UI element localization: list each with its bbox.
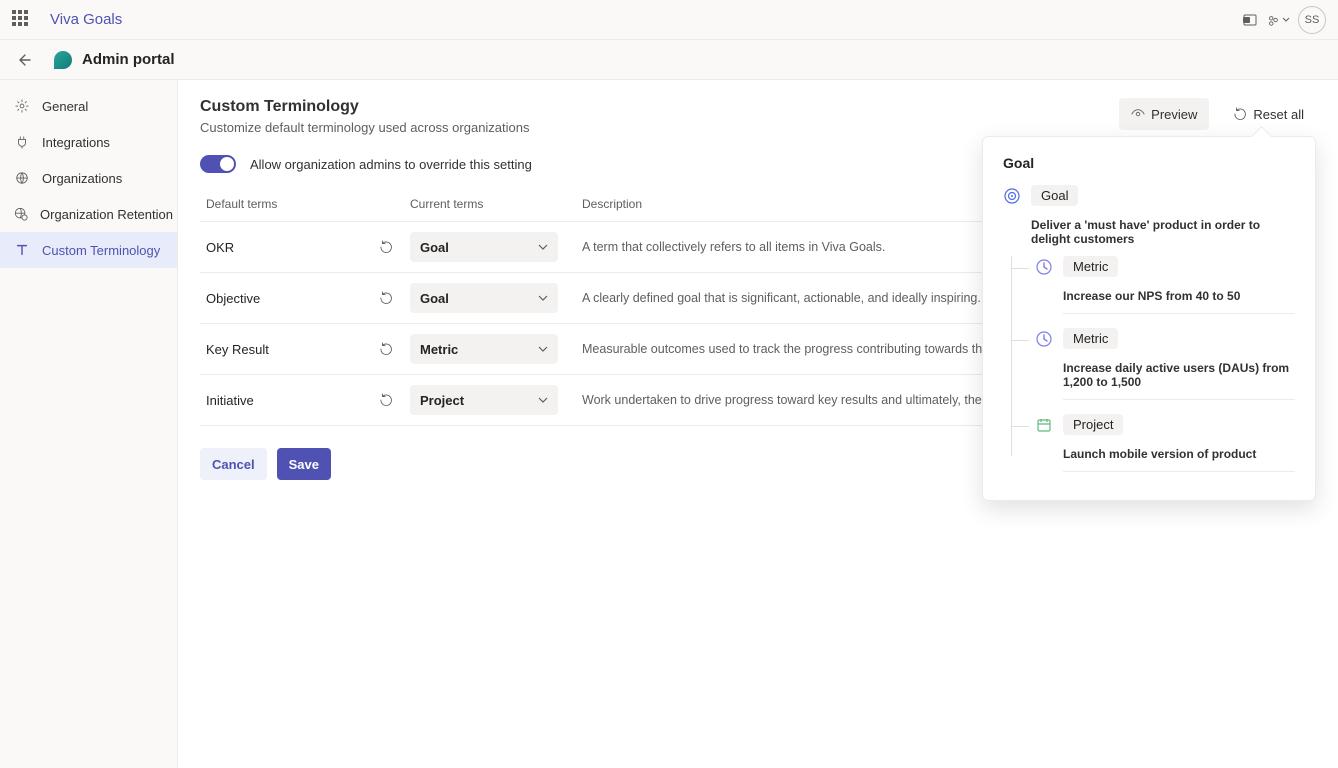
back-icon[interactable]: [14, 50, 34, 70]
sidebar-item-organizations[interactable]: Organizations: [0, 160, 177, 196]
text-icon: [14, 242, 30, 258]
sidebar-item-integrations[interactable]: Integrations: [0, 124, 177, 160]
chevron-down-icon: [538, 344, 548, 354]
col-current: Current terms: [410, 197, 570, 211]
reset-all-button[interactable]: Reset all: [1221, 98, 1316, 130]
chevron-down-icon: [538, 242, 548, 252]
gear-icon: [14, 98, 30, 114]
settings-quick-icon[interactable]: [1264, 6, 1292, 34]
sidebar-item-label: Integrations: [42, 135, 110, 150]
plug-icon: [14, 134, 30, 150]
default-term: Objective: [206, 291, 366, 306]
page-title: Custom Terminology: [200, 98, 530, 116]
cancel-button[interactable]: Cancel: [200, 448, 267, 480]
preview-button[interactable]: Preview: [1119, 98, 1209, 130]
chip-metric: Metric: [1063, 328, 1118, 349]
eye-icon: [1131, 107, 1145, 121]
main-content: Custom Terminology Customize default ter…: [178, 80, 1338, 768]
preview-popover: Goal Goal Deliver a 'must have' product …: [982, 136, 1316, 501]
row-reset-icon[interactable]: [378, 290, 394, 306]
globe-icon: [14, 170, 30, 186]
default-term: Initiative: [206, 393, 366, 408]
row-reset-icon[interactable]: [378, 392, 394, 408]
preview-item-text: Increase daily active users (DAUs) from …: [1063, 361, 1295, 389]
metric-icon: [1035, 258, 1053, 276]
term-select[interactable]: Metric: [410, 334, 558, 364]
avatar[interactable]: SS: [1298, 6, 1326, 34]
sidebar-item-general[interactable]: General: [0, 88, 177, 124]
app-bar: Viva Goals SS: [0, 0, 1338, 40]
preview-label: Preview: [1151, 107, 1197, 122]
default-term: OKR: [206, 240, 366, 255]
target-icon: [1003, 187, 1021, 205]
sidebar: General Integrations Organizations Organ…: [0, 80, 178, 768]
sidebar-item-label: Custom Terminology: [42, 243, 160, 258]
row-reset-icon[interactable]: [378, 341, 394, 357]
row-reset-icon[interactable]: [378, 239, 394, 255]
term-select[interactable]: Goal: [410, 283, 558, 313]
portal-title: Admin portal: [82, 51, 175, 68]
brand-name[interactable]: Viva Goals: [50, 11, 122, 28]
col-default: Default terms: [206, 197, 366, 211]
chip-project: Project: [1063, 414, 1123, 435]
office-addin-icon[interactable]: [1236, 6, 1264, 34]
sidebar-item-custom-terminology[interactable]: Custom Terminology: [0, 232, 177, 268]
sidebar-item-label: Organization Retention: [40, 207, 173, 222]
reset-all-label: Reset all: [1253, 107, 1304, 122]
page-subtitle: Customize default terminology used acros…: [200, 120, 530, 135]
chevron-down-icon: [538, 395, 548, 405]
override-toggle-label: Allow organization admins to override th…: [250, 157, 532, 172]
preview-item-text: Launch mobile version of product: [1063, 447, 1295, 461]
chip-metric: Metric: [1063, 256, 1118, 277]
project-icon: [1035, 416, 1053, 434]
breadcrumb-bar: Admin portal: [0, 40, 1338, 80]
save-button[interactable]: Save: [277, 448, 331, 480]
default-term: Key Result: [206, 342, 366, 357]
chip-goal: Goal: [1031, 185, 1078, 206]
term-select[interactable]: Project: [410, 385, 558, 415]
reset-icon: [1233, 107, 1247, 121]
term-select[interactable]: Goal: [410, 232, 558, 262]
preview-title: Goal: [1003, 155, 1295, 171]
preview-item-text: Deliver a 'must have' product in order t…: [1031, 218, 1295, 246]
preview-item-text: Increase our NPS from 40 to 50: [1063, 289, 1295, 303]
metric-icon: [1035, 330, 1053, 348]
sidebar-item-org-retention[interactable]: Organization Retention: [0, 196, 177, 232]
app-launcher-icon[interactable]: [12, 10, 32, 30]
sidebar-item-label: General: [42, 99, 88, 114]
sidebar-item-label: Organizations: [42, 171, 122, 186]
viva-goals-logo-icon: [54, 51, 72, 69]
chevron-down-icon: [538, 293, 548, 303]
globe-retention-icon: [14, 206, 28, 222]
override-toggle[interactable]: [200, 155, 236, 173]
